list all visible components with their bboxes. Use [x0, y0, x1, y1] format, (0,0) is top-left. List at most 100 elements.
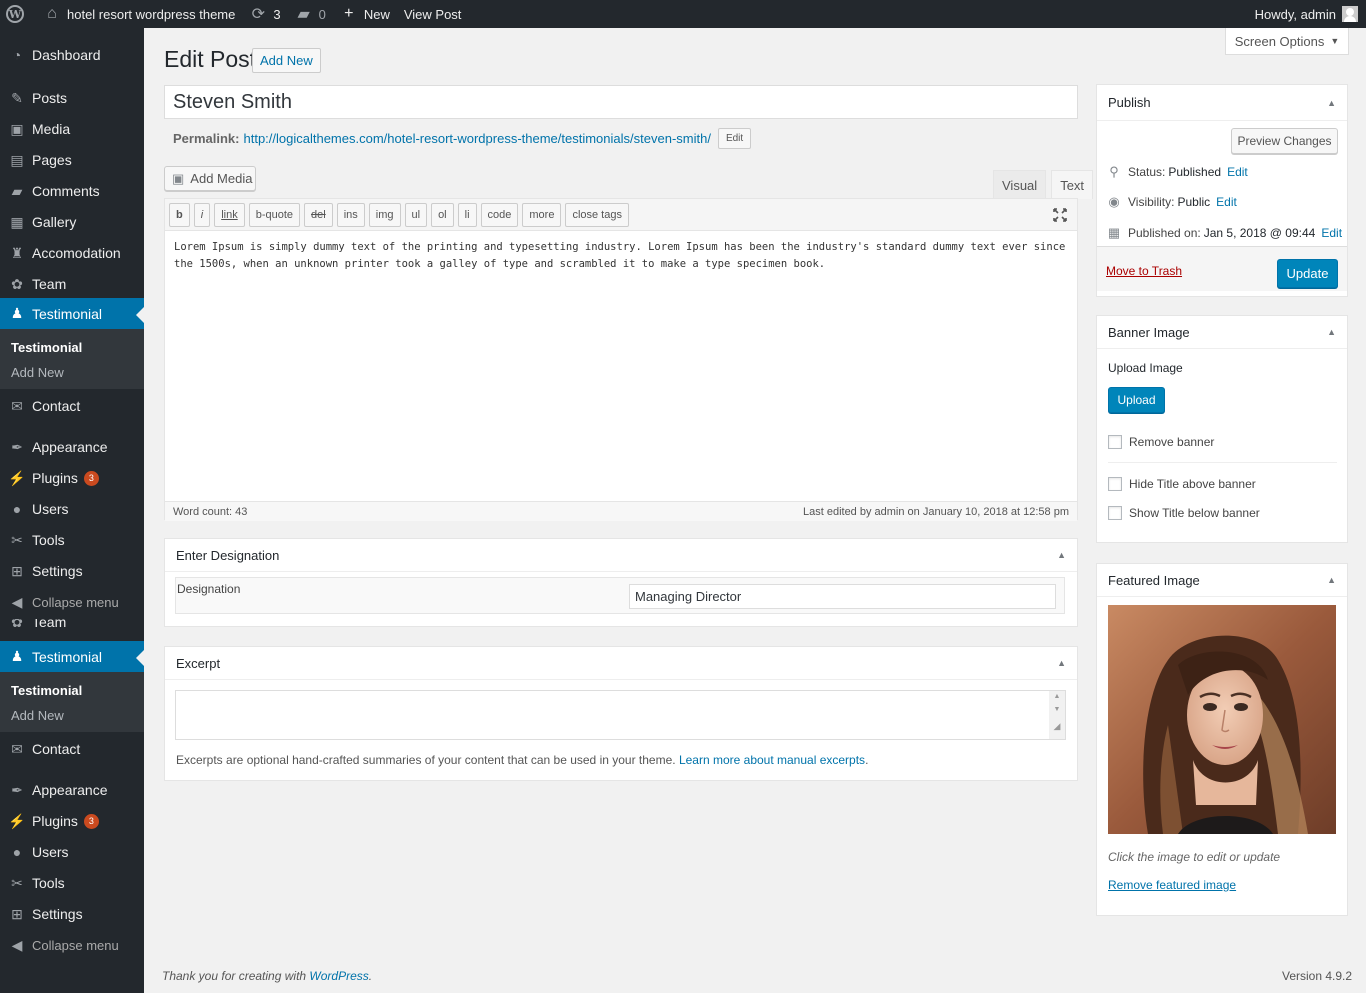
- qt-ol-button[interactable]: ol: [431, 202, 454, 227]
- status-edit-link[interactable]: Edit: [1227, 165, 1248, 179]
- menu-comments[interactable]: ▰ Comments: [0, 174, 144, 208]
- post-title-input[interactable]: Steven Smith: [164, 85, 1078, 119]
- menu-gallery[interactable]: ▦ Gallery: [0, 205, 144, 239]
- comments-link[interactable]: ▰ 0: [288, 0, 333, 28]
- submenu-testimonial[interactable]: Testimonial: [0, 678, 144, 703]
- menu-users[interactable]: ● Users: [0, 835, 144, 869]
- submenu-testimonial[interactable]: Testimonial: [0, 335, 144, 360]
- menu-appearance[interactable]: ✒ Appearance: [0, 430, 144, 464]
- menu-contact[interactable]: ✉ Contact: [0, 389, 144, 423]
- tab-visual[interactable]: Visual: [993, 170, 1047, 199]
- visibility-edit-link[interactable]: Edit: [1216, 195, 1237, 209]
- collapse-icon: ◀: [11, 936, 23, 953]
- menu-team[interactable]: ✿ Team: [0, 619, 144, 639]
- add-media-button[interactable]: ▣ Add Media: [164, 166, 256, 191]
- remove-featured-image-link[interactable]: Remove featured image: [1108, 878, 1236, 892]
- permalink-url[interactable]: http://logicalthemes.com/hotel-resort-wo…: [243, 131, 710, 146]
- upload-button[interactable]: Upload: [1108, 387, 1165, 413]
- move-to-trash-link[interactable]: Move to Trash: [1106, 264, 1182, 278]
- menu-settings[interactable]: ⊞ Settings: [0, 897, 144, 931]
- banner-header[interactable]: Banner Image ▲: [1097, 316, 1347, 349]
- menu-testimonial[interactable]: ♟ Testimonial: [0, 641, 144, 672]
- scroll-down-icon: ▼: [1053, 706, 1061, 713]
- hide-title-checkbox[interactable]: [1108, 477, 1122, 491]
- screen-options-button[interactable]: Screen Options ▼: [1225, 28, 1349, 55]
- menu-collapse[interactable]: ◀ Collapse menu: [0, 928, 144, 962]
- menu-team[interactable]: ✿ Team: [0, 267, 144, 301]
- collapse-arrow-icon[interactable]: ▲: [1327, 98, 1336, 108]
- published-edit-link[interactable]: Edit: [1321, 226, 1342, 240]
- designation-input[interactable]: Managing Director: [629, 584, 1056, 609]
- show-title-checkbox[interactable]: [1108, 506, 1122, 520]
- excerpt-learn-more-link[interactable]: Learn more about manual excerpts: [679, 753, 865, 767]
- menu-users[interactable]: ● Users: [0, 492, 144, 526]
- qt-ins-button[interactable]: ins: [336, 202, 365, 227]
- qt-img-button[interactable]: img: [368, 202, 401, 227]
- update-button[interactable]: Update: [1277, 259, 1338, 288]
- collapse-arrow-icon[interactable]: ▲: [1327, 327, 1336, 337]
- updates-link[interactable]: ⟳ 3: [242, 0, 287, 28]
- qt-bquote-button[interactable]: b-quote: [248, 202, 301, 227]
- publish-header[interactable]: Publish ▲: [1097, 85, 1347, 121]
- menu-contact[interactable]: ✉ Contact: [0, 732, 144, 766]
- wordpress-link[interactable]: WordPress: [309, 969, 368, 983]
- menu-collapse[interactable]: ◀ Collapse menu: [0, 585, 144, 619]
- designation-header[interactable]: Enter Designation ▲: [165, 539, 1077, 572]
- menu-label: Settings: [32, 906, 83, 922]
- menu-tools[interactable]: ✂ Tools: [0, 866, 144, 900]
- tab-text[interactable]: Text: [1051, 170, 1094, 199]
- status-row: ⚲ Status: Published Edit: [1106, 164, 1248, 180]
- qt-bold-button[interactable]: b: [169, 202, 190, 227]
- menu-plugins[interactable]: ⚡ Plugins 3: [0, 461, 144, 495]
- menu-label: Gallery: [32, 214, 77, 230]
- designation-label: Designation: [177, 582, 241, 596]
- my-account[interactable]: Howdy, admin: [1255, 6, 1366, 22]
- menu-pages[interactable]: ▤ Pages: [0, 143, 144, 177]
- menu-appearance[interactable]: ✒ Appearance: [0, 773, 144, 807]
- menu-settings[interactable]: ⊞ Settings: [0, 554, 144, 588]
- update-label: Update: [1286, 266, 1329, 281]
- published-value: Jan 5, 2018 @ 09:44: [1203, 226, 1316, 240]
- banner-title: Banner Image: [1108, 324, 1190, 340]
- menu-label: Testimonial: [32, 648, 103, 665]
- wp-logo-menu[interactable]: W: [0, 0, 36, 28]
- resize-handle-icon[interactable]: ◢: [1054, 721, 1061, 732]
- featured-image[interactable]: [1108, 605, 1336, 834]
- content-textarea[interactable]: Lorem Ipsum is simply dummy text of the …: [165, 231, 1077, 501]
- menu-media[interactable]: ▣ Media: [0, 112, 144, 146]
- qt-del-button[interactable]: del: [304, 202, 333, 227]
- menu-posts[interactable]: ✎ Posts: [0, 81, 144, 115]
- excerpt-header[interactable]: Excerpt ▲: [165, 647, 1077, 680]
- menu-plugins[interactable]: ⚡ Plugins 3: [0, 804, 144, 838]
- fullscreen-icon[interactable]: [1052, 207, 1068, 223]
- qt-italic-button[interactable]: i: [193, 202, 211, 227]
- menu-testimonial[interactable]: ♟ Testimonial: [0, 298, 144, 329]
- permalink-edit-button[interactable]: Edit: [717, 128, 752, 149]
- scrollbar[interactable]: ▲ ▼ ◢: [1049, 691, 1065, 739]
- site-name-link[interactable]: ⌂ hotel resort wordpress theme: [36, 0, 242, 28]
- submenu-add-new[interactable]: Add New: [0, 703, 144, 728]
- submenu-add-new[interactable]: Add New: [0, 360, 144, 385]
- view-post-link[interactable]: View Post: [397, 0, 469, 28]
- collapse-arrow-icon[interactable]: ▲: [1057, 550, 1066, 560]
- menu-dashboard[interactable]: ◔ Dashboard: [0, 38, 144, 72]
- menu-accomodation[interactable]: ♜ Accomodation: [0, 236, 144, 270]
- excerpt-textarea[interactable]: ▲ ▼ ◢: [175, 690, 1066, 740]
- remove-banner-checkbox[interactable]: [1108, 435, 1122, 449]
- collapse-arrow-icon[interactable]: ▲: [1327, 575, 1336, 585]
- add-new-button[interactable]: Add New: [252, 48, 321, 73]
- plugins-badge: 3: [83, 470, 99, 486]
- qt-more-button[interactable]: more: [522, 202, 562, 227]
- new-content-link[interactable]: + New: [333, 0, 397, 28]
- qt-link-button[interactable]: link: [214, 202, 245, 227]
- qt-close-tags-button[interactable]: close tags: [565, 202, 629, 227]
- testimonial-icon: ♟: [10, 305, 24, 321]
- qt-code-button[interactable]: code: [480, 202, 519, 227]
- qt-ul-button[interactable]: ul: [404, 202, 428, 227]
- preview-changes-button[interactable]: Preview Changes: [1231, 128, 1338, 154]
- mail-icon: ✉: [11, 740, 23, 757]
- qt-li-button[interactable]: li: [457, 202, 477, 227]
- menu-tools[interactable]: ✂ Tools: [0, 523, 144, 557]
- featured-header[interactable]: Featured Image ▲: [1097, 564, 1347, 597]
- collapse-arrow-icon[interactable]: ▲: [1057, 658, 1066, 668]
